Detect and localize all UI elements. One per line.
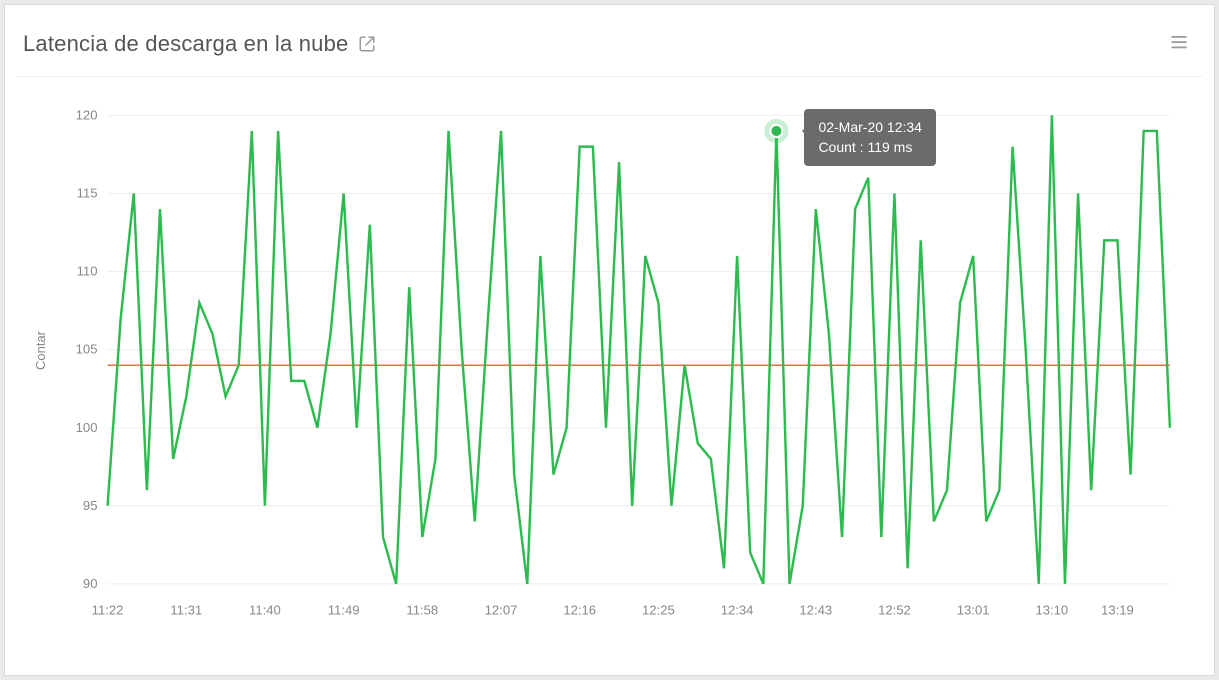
- y-tick-label: 95: [83, 498, 98, 513]
- highlight-marker: [770, 125, 782, 137]
- y-tick-label: 120: [76, 107, 98, 122]
- x-tick-label: 12:25: [642, 602, 675, 617]
- x-tick-label: 13:01: [957, 602, 990, 617]
- x-tick-label: 11:22: [92, 602, 124, 617]
- x-tick-label: 12:16: [563, 602, 596, 617]
- x-tick-label: 12:43: [799, 602, 832, 617]
- y-tick-label: 105: [76, 342, 98, 357]
- y-tick-label: 110: [77, 264, 98, 279]
- external-link-icon[interactable]: [358, 35, 376, 53]
- x-tick-label: 11:31: [170, 602, 202, 617]
- x-tick-label: 12:52: [878, 602, 911, 617]
- x-tick-label: 13:10: [1035, 602, 1068, 617]
- chart-area: Contar 90 95 100 105 110 115 120 11:22 11:31 11:4…: [35, 95, 1184, 645]
- card-menu-button[interactable]: [1162, 29, 1196, 58]
- y-tick-label: 100: [76, 420, 98, 435]
- x-tick-label: 13:19: [1101, 602, 1134, 617]
- card-title-wrap: Latencia de descarga en la nube: [23, 31, 376, 57]
- x-tick-label: 11:49: [328, 602, 360, 617]
- x-tick-label: 12:34: [721, 602, 754, 617]
- x-tick-label: 12:07: [485, 602, 518, 617]
- x-tick-label: 11:58: [406, 602, 438, 617]
- y-axis-label: Contar: [33, 330, 48, 369]
- card-title: Latencia de descarga en la nube: [23, 31, 348, 57]
- y-tick-label: 90: [83, 576, 98, 591]
- card-header: Latencia de descarga en la nube: [17, 25, 1202, 77]
- line-chart[interactable]: 90 95 100 105 110 115 120 11:22 11:31 11:40 11:49 1…: [35, 95, 1184, 645]
- x-tick-label: 11:40: [249, 602, 281, 617]
- y-tick-label: 115: [77, 185, 98, 200]
- chart-card: Latencia de descarga en la nube Contar 9…: [4, 4, 1215, 676]
